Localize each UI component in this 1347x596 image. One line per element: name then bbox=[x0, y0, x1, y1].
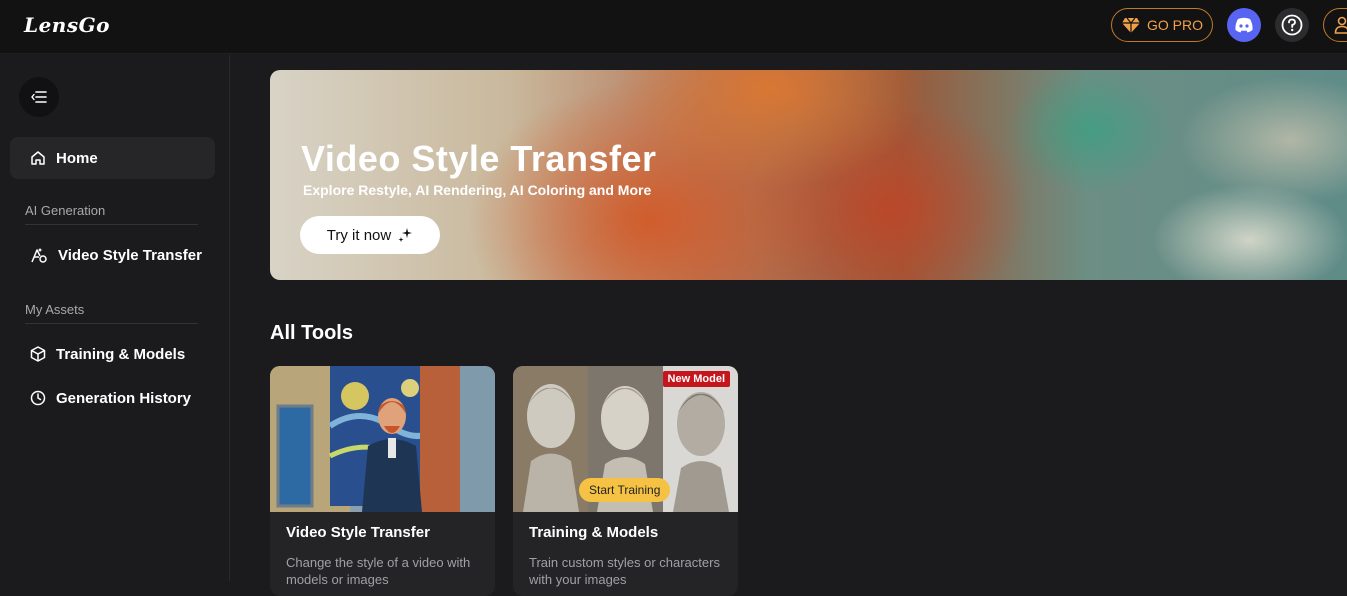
card-title: Training & Models bbox=[529, 524, 659, 541]
discord-icon bbox=[1235, 17, 1253, 33]
training-models-thumbnail: New Model Start Training bbox=[513, 366, 738, 512]
try-it-now-label: Try it now bbox=[326, 226, 392, 244]
diamond-icon bbox=[1121, 17, 1140, 33]
sidebar-item-generation-history[interactable]: Generation History bbox=[10, 378, 215, 418]
discord-button[interactable] bbox=[1227, 8, 1261, 42]
hero-subtitle: Explore Restyle, AI Rendering, AI Colori… bbox=[303, 182, 652, 198]
go-pro-label: GO PRO bbox=[1146, 17, 1203, 33]
user-icon bbox=[1334, 16, 1347, 34]
menu-collapse-icon bbox=[31, 91, 47, 103]
section-label-my-assets: My Assets bbox=[25, 302, 85, 317]
card-title: Video Style Transfer bbox=[286, 524, 430, 541]
sidebar-item-label: Training & Models bbox=[56, 345, 186, 363]
try-it-now-button[interactable]: Try it now bbox=[300, 216, 440, 254]
tool-card-video-style-transfer[interactable]: Video Style Transfer Change the style of… bbox=[270, 366, 495, 596]
sparkle-icon bbox=[398, 228, 413, 242]
sidebar-item-video-style-transfer[interactable]: Video Style Transfer bbox=[10, 235, 215, 275]
account-button[interactable] bbox=[1323, 8, 1347, 42]
sidebar-item-training-models[interactable]: Training & Models bbox=[10, 334, 215, 374]
card-description: Train custom styles or characters with y… bbox=[529, 555, 720, 587]
hero-banner[interactable]: Video Style Transfer Explore Restyle, AI… bbox=[270, 70, 1347, 280]
clock-icon bbox=[30, 390, 46, 406]
sidebar-item-label: Home bbox=[56, 149, 98, 167]
section-label-ai-generation: AI Generation bbox=[25, 203, 106, 218]
menu-toggle-button[interactable] bbox=[19, 77, 59, 117]
sidebar-item-home[interactable]: Home bbox=[10, 137, 215, 179]
top-bar: LensGo GO PRO bbox=[0, 0, 1347, 54]
sidebar-item-label: Video Style Transfer bbox=[58, 246, 202, 264]
new-model-badge: New Model bbox=[662, 371, 730, 387]
divider bbox=[25, 224, 198, 225]
hero-title: Video Style Transfer bbox=[301, 138, 657, 179]
help-button[interactable] bbox=[1275, 8, 1309, 42]
help-icon bbox=[1281, 14, 1303, 36]
sidebar: Home AI Generation Video Style Transfer … bbox=[0, 55, 230, 581]
start-training-button[interactable]: Start Training bbox=[579, 478, 671, 502]
all-tools-heading: All Tools bbox=[270, 322, 353, 344]
go-pro-button[interactable]: GO PRO bbox=[1111, 8, 1213, 42]
card-description: Change the style of a video with models … bbox=[286, 555, 471, 587]
sidebar-item-label: Generation History bbox=[56, 389, 192, 407]
tool-card-training-models[interactable]: New Model Start Training Training & Mode… bbox=[513, 366, 738, 596]
home-icon bbox=[31, 151, 45, 165]
logo[interactable]: LensGo bbox=[24, 13, 110, 37]
video-style-transfer-thumbnail bbox=[270, 366, 495, 512]
style-transfer-icon bbox=[31, 248, 47, 263]
divider bbox=[25, 323, 198, 324]
cube-icon bbox=[30, 346, 46, 362]
